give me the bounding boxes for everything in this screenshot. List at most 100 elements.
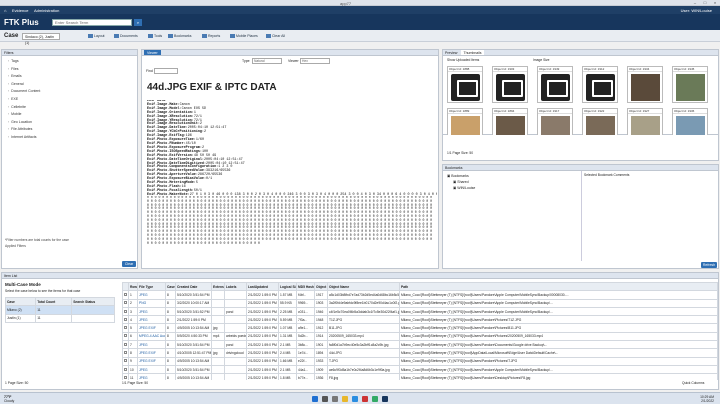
file-column-header[interactable]: Case Id	[165, 282, 176, 292]
filter-item[interactable]: Mobile	[2, 111, 137, 119]
quick-columns-button[interactable]: Quick Columns	[682, 381, 704, 385]
file-column-header[interactable]: Created Date	[175, 282, 212, 292]
row-checkbox[interactable]	[124, 301, 127, 305]
viewer-mode-select[interactable]: Hex	[300, 58, 330, 64]
toolbar-mobile-places[interactable]: Mobile Places	[228, 33, 260, 40]
ftk-icon[interactable]	[382, 396, 388, 402]
case-pager[interactable]: 1 Page Size: 50	[5, 381, 28, 385]
search-icon[interactable]: ⌕	[134, 19, 142, 26]
bookmark-private[interactable]: ▣ WIN\Louise	[453, 186, 475, 190]
filter-item[interactable]: Files	[2, 66, 137, 74]
thumbs-pager-bottom[interactable]: 1/1 Page Size: 50	[447, 151, 473, 155]
file-column-header[interactable]: Object Name	[327, 282, 400, 292]
thumbnail[interactable]: Object Id: 1912	[582, 66, 618, 103]
table-row[interactable]: 11 JPEG 8 4/9/2005 10:13:54 AM 2/1/2022 1:59…	[122, 373, 718, 380]
table-row[interactable]: 9 JPEG EXIF 8 4/9/2005 10:13:54 AM 2/1/2022 …	[122, 356, 718, 366]
clock-time[interactable]: 10:29 AM	[700, 395, 714, 399]
menu-evidence[interactable]: Evidence	[12, 8, 28, 13]
row-checkbox[interactable]	[124, 359, 127, 363]
file-column-header[interactable]: Extension	[211, 282, 225, 292]
toolbar-bookmarks[interactable]: Bookmarks	[166, 33, 194, 40]
row-checkbox[interactable]	[124, 326, 127, 330]
col-status[interactable]: Search Status	[71, 296, 115, 307]
start-icon[interactable]	[312, 396, 318, 402]
toolbar-documents[interactable]: Documents	[112, 33, 140, 40]
thumbnail[interactable]: Object Id: 1934	[627, 66, 663, 103]
refresh-button[interactable]: Refresh	[701, 262, 717, 268]
menu-home-icon[interactable]: ⌂	[4, 8, 6, 13]
thumbnail[interactable]: Object Id: 1945	[672, 66, 708, 103]
task-view-icon[interactable]	[332, 396, 338, 402]
case-row[interactable]: Milano (2) 11	[4, 305, 115, 315]
row-checkbox[interactable]	[124, 375, 127, 379]
menu-administration[interactable]: Administration	[34, 8, 59, 13]
case-row[interactable]: Justin (1) 11	[4, 313, 115, 323]
thumbnail[interactable]: Object Id: 1888	[447, 66, 483, 103]
user-label[interactable]: User: WIN\Louise	[681, 8, 712, 13]
toolbar-layout[interactable]: Layout	[86, 33, 107, 40]
tab-preview[interactable]: Preview	[445, 50, 457, 55]
thumbnail[interactable]: Object Id: 1949	[537, 66, 573, 103]
table-row[interactable]: 10 JPEG 8 5/10/2020 3:51:54 PM 2/1/2022 1:59…	[122, 364, 718, 375]
row-checkbox[interactable]	[124, 342, 127, 346]
row-checkbox[interactable]	[124, 317, 127, 321]
filter-item[interactable]: Cellebrite	[2, 104, 137, 112]
file-column-header[interactable]: Labels	[224, 282, 247, 292]
table-cell: JPEG EXIF	[137, 356, 166, 366]
file-column-header[interactable]: LastUpdated	[246, 282, 279, 292]
search-input[interactable]: Enter Search Term	[52, 19, 132, 26]
tab-thumbnails[interactable]: Thumbnails	[461, 50, 484, 55]
file-column-header[interactable]: MD5 Hash	[296, 282, 315, 292]
toolbar-clear-all[interactable]: Clear All	[264, 33, 287, 40]
bookmark-shared[interactable]: ▣ Shared	[453, 180, 469, 184]
thumbnail[interactable]: Object Id: 1903	[492, 66, 528, 103]
file-column-header[interactable]: Row #	[128, 282, 138, 292]
row-checkbox[interactable]	[124, 292, 127, 296]
edge-icon[interactable]	[352, 396, 358, 402]
table-row[interactable]: 2 PNG 8 3/2/2020 10:00:17 AM 2/1/2022 1:59:0…	[122, 298, 718, 308]
show-uploaded-checkbox[interactable]: Show Uploaded Items	[447, 58, 479, 62]
col-total[interactable]: Total Count	[35, 296, 73, 307]
file-pager[interactable]: 1/1 Page Size: 50	[122, 381, 148, 385]
toolbar-reports[interactable]: Reports	[200, 33, 222, 40]
filter-item[interactable]: EXE	[2, 96, 137, 104]
clear-filters-button[interactable]: Clear	[122, 261, 136, 267]
file-column-header[interactable]: Object Id	[314, 282, 328, 292]
row-checkbox[interactable]	[124, 351, 127, 355]
file-explorer-icon[interactable]	[342, 396, 348, 402]
file-column-header[interactable]: Path	[399, 282, 718, 292]
case-select[interactable]: Sindaco (2), Justin (1)	[22, 33, 60, 45]
find-input[interactable]	[154, 68, 178, 74]
table-row[interactable]: 5 JPEG EXIF 8 4/9/2005 10:13:54 AM jpg 2/1/20…	[122, 323, 718, 333]
file-column-header[interactable]: Logical Size	[278, 282, 297, 292]
file-column-header[interactable]: File Type	[137, 282, 166, 292]
table-row[interactable]: 1 JPEG 8 5/10/2020 3:51:54 PM 2/1/2022 1:59…	[122, 290, 718, 300]
table-cell: 2/1/2022 1:59:0 PM	[246, 364, 279, 375]
viewer-tab[interactable]: Viewer	[144, 50, 161, 55]
toolbar-tools[interactable]: Tools	[146, 33, 164, 40]
filter-item[interactable]: Internet Artifacts	[2, 134, 137, 142]
filter-item[interactable]: File Attributes	[2, 126, 137, 134]
filter-item[interactable]: General	[2, 81, 137, 89]
case-count: 11	[35, 305, 73, 315]
bookmark-root[interactable]: ▣ Bookmarks	[447, 174, 469, 178]
app-icon[interactable]	[372, 396, 378, 402]
table-row[interactable]: 6 MPEG-4 AAC Audio 8 5/9/2020 4:50:33 PM mp4…	[122, 331, 718, 342]
table-row[interactable]: 7 JPEG 8 5/10/2020 3:51:54 PM pond 2/1/2022 1…	[122, 340, 718, 350]
row-checkbox[interactable]	[124, 334, 127, 338]
table-row[interactable]: 4 JPEG 8 2/1/2022 1:59:0 PM 2/1/2022 1:59:0 …	[122, 315, 718, 325]
table-row[interactable]: 3 JPEG 8 5/10/2020 3:51:52 PM pond 2/1/2022 1…	[122, 306, 718, 317]
col-case[interactable]: Case	[4, 296, 37, 307]
filter-item[interactable]: Tags	[2, 58, 137, 66]
search-taskbar-icon[interactable]	[322, 396, 328, 402]
filter-item[interactable]: Geo Location	[2, 119, 137, 127]
type-select[interactable]: Natural	[252, 58, 282, 64]
clock-date: 2/1/2022	[701, 399, 714, 403]
documents-icon	[114, 34, 119, 39]
row-checkbox[interactable]	[124, 367, 127, 371]
table-row[interactable]: 8 JPEG EXIF 8 4/10/2005 12:51:47 PM jpg drivi…	[122, 348, 718, 358]
filter-item[interactable]: Document Content	[2, 88, 137, 96]
filter-item[interactable]: Emails	[2, 73, 137, 81]
row-checkbox[interactable]	[124, 309, 127, 313]
app-icon[interactable]	[362, 396, 368, 402]
